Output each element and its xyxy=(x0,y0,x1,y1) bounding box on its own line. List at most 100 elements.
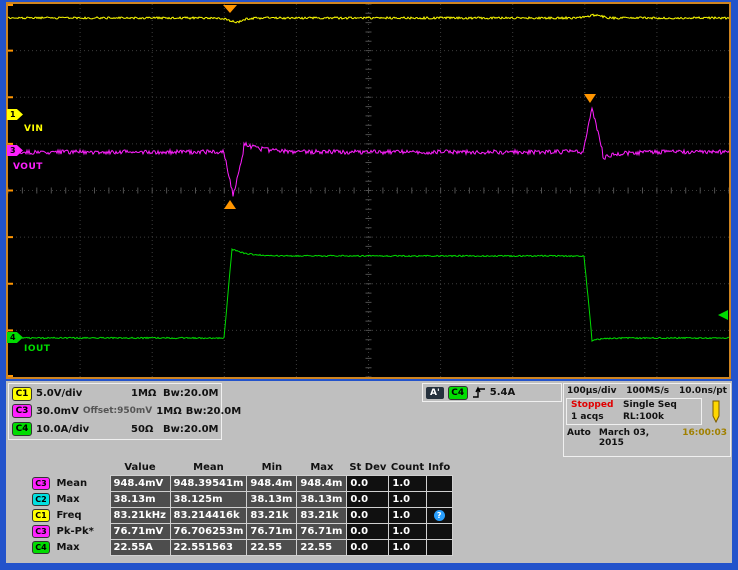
cell-stdev: 0.0 xyxy=(347,491,389,507)
corner-header xyxy=(30,461,110,475)
header-value: Value xyxy=(110,461,170,475)
cell-info xyxy=(426,475,452,491)
resolution: 10.0ns/pt xyxy=(679,386,727,396)
measurement-source-badge: C4 xyxy=(32,541,50,554)
waveform-marker-widget[interactable] xyxy=(702,398,730,425)
timebase: 100µs/div xyxy=(567,386,616,396)
readout-panel: C1 5.0V/div 1MΩ Bw:20.0M C3 30.0mV Offse… xyxy=(6,381,732,563)
ch1-scale: 5.0V/div xyxy=(36,388,96,399)
header-info: Info xyxy=(426,461,452,475)
header-stdev: St Dev xyxy=(347,461,389,475)
trigger-readout[interactable]: A' C4 5.4A xyxy=(422,383,562,402)
cell-info: ? xyxy=(426,507,452,523)
cell-info xyxy=(426,523,452,539)
ch3-badge: C3 xyxy=(12,404,32,418)
cell-info xyxy=(426,539,452,555)
horizontal-settings: 100µs/div 100MS/s 10.0ns/pt xyxy=(564,384,730,398)
cell-info xyxy=(426,491,452,507)
cell-stdev: 0.0 xyxy=(347,507,389,523)
trigger-a-badge: A' xyxy=(426,387,444,399)
ch4-badge: C4 xyxy=(12,422,32,436)
ch4-scale: 10.0A/div xyxy=(36,424,96,435)
measurement-source-badge: C1 xyxy=(32,509,50,522)
time: 16:00:03 xyxy=(682,428,727,448)
cell-min: 22.55 xyxy=(247,539,297,555)
datetime-row: Auto March 03, 2015 16:00:03 xyxy=(564,425,730,448)
waveform-svg xyxy=(8,4,729,377)
cell-count: 1.0 xyxy=(389,491,426,507)
cell-value: 76.71mV xyxy=(110,523,170,539)
cell-value: 38.13m xyxy=(110,491,170,507)
ch1-impedance: 1MΩ xyxy=(131,388,159,399)
cell-min: 948.4m xyxy=(247,475,297,491)
trigger-level: 5.4A xyxy=(490,387,515,398)
acq-status-box: Stopped Single Seq 1 acqs RL:100k xyxy=(566,398,702,425)
cell-count: 1.0 xyxy=(389,539,426,555)
cell-mean: 22.551563 xyxy=(170,539,247,555)
cell-max: 948.4m xyxy=(297,475,347,491)
cell-mean: 76.706253m xyxy=(170,523,247,539)
measurement-row[interactable]: C2 Max 38.13m 38.125m 38.13m 38.13m 0.0 … xyxy=(30,491,452,507)
cell-mean: 948.39541m xyxy=(170,475,247,491)
cell-mean: 38.125m xyxy=(170,491,247,507)
cell-stdev: 0.0 xyxy=(347,523,389,539)
measurement-name: Max xyxy=(56,494,79,505)
cell-count: 1.0 xyxy=(389,523,426,539)
cell-stdev: 0.0 xyxy=(347,475,389,491)
channel-readouts: C1 5.0V/div 1MΩ Bw:20.0M C3 30.0mV Offse… xyxy=(8,383,222,440)
measurement-name: Pk-Pk* xyxy=(56,526,93,537)
table-header-row: Value Mean Min Max St Dev Count Info xyxy=(30,461,452,475)
ch3-readout[interactable]: C3 30.0mV Offset:950mV 1MΩ Bw:20.0M xyxy=(12,403,218,420)
acq-state: Stopped xyxy=(571,400,623,410)
waveform-display[interactable]: VIN VOUT IOUT 1 3 4 xyxy=(6,2,731,379)
measurement-table-body: C3 Mean 948.4mV 948.39541m 948.4m 948.4m… xyxy=(30,475,452,555)
cell-max: 22.55 xyxy=(297,539,347,555)
measurement-row[interactable]: C4 Max 22.55A 22.551563 22.55 22.55 0.0 … xyxy=(30,539,452,555)
date: March 03, 2015 xyxy=(599,428,674,448)
cell-max: 38.13m xyxy=(297,491,347,507)
cell-value: 83.21kHz xyxy=(110,507,170,523)
cell-min: 38.13m xyxy=(247,491,297,507)
acquisition-readout: 100µs/div 100MS/s 10.0ns/pt Stopped Sing… xyxy=(563,383,731,457)
trigger-source-badge: C4 xyxy=(448,386,468,400)
ch3-offset: Offset:950mV xyxy=(83,406,152,416)
ch3-scale: 30.0mV xyxy=(36,406,79,417)
trig-mode: Auto xyxy=(567,428,591,448)
acq-mode: Single Seq xyxy=(623,400,677,410)
cell-count: 1.0 xyxy=(389,475,426,491)
header-count: Count xyxy=(389,461,426,475)
cell-mean: 83.214416k xyxy=(170,507,247,523)
cell-value: 948.4mV xyxy=(110,475,170,491)
header-min: Min xyxy=(247,461,297,475)
ch4-readout[interactable]: C4 10.0A/div 50Ω Bw:20.0M xyxy=(12,421,218,438)
ch1-readout[interactable]: C1 5.0V/div 1MΩ Bw:20.0M xyxy=(12,385,218,402)
info-icon[interactable]: ? xyxy=(434,510,445,521)
measurement-row[interactable]: C1 Freq 83.21kHz 83.214416k 83.21k 83.21… xyxy=(30,507,452,523)
cell-min: 83.21k xyxy=(247,507,297,523)
measurement-table: Value Mean Min Max St Dev Count Info C3 … xyxy=(30,461,453,556)
measurement-name: Freq xyxy=(56,510,81,521)
ch4-impedance: 50Ω xyxy=(131,424,159,435)
ch1-badge: C1 xyxy=(12,387,32,401)
ch4-bandwidth: Bw:20.0M xyxy=(163,424,218,435)
measurement-name: Mean xyxy=(56,478,87,489)
measurement-row[interactable]: C3 Pk-Pk* 76.71mV 76.706253m 76.71m 76.7… xyxy=(30,523,452,539)
ch3-impedance: 1MΩ xyxy=(156,406,181,417)
record-length: RL:100k xyxy=(623,412,664,422)
rising-edge-icon xyxy=(472,386,486,399)
cell-min: 76.71m xyxy=(247,523,297,539)
header-max: Max xyxy=(297,461,347,475)
measurement-source-badge: C2 xyxy=(32,493,50,506)
measurement-row[interactable]: C3 Mean 948.4mV 948.39541m 948.4m 948.4m… xyxy=(30,475,452,491)
cell-stdev: 0.0 xyxy=(347,539,389,555)
sample-rate: 100MS/s xyxy=(626,386,669,396)
measurement-name: Max xyxy=(56,542,79,553)
measurement-source-badge: C3 xyxy=(32,477,50,490)
cell-count: 1.0 xyxy=(389,507,426,523)
ch3-trace-label: VOUT xyxy=(13,162,43,172)
cell-max: 76.71m xyxy=(297,523,347,539)
ch1-trace-label: VIN xyxy=(24,124,43,134)
ch3-bandwidth: Bw:20.0M xyxy=(186,406,241,417)
yellow-marker-icon xyxy=(710,399,722,425)
cell-max: 83.21k xyxy=(297,507,347,523)
